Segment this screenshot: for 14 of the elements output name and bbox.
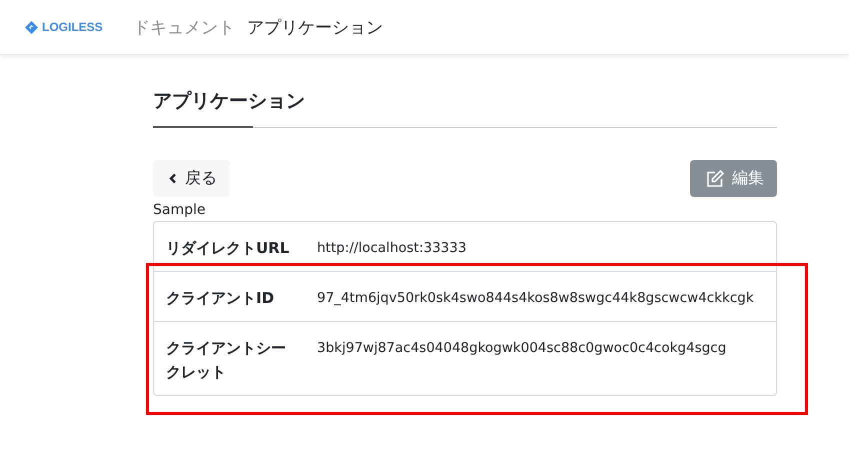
chevron-left-icon bbox=[169, 173, 177, 184]
field-label: クライアントID bbox=[166, 288, 274, 309]
nav-link[interactable]: アプリケーション bbox=[247, 16, 383, 38]
application-name: Sample bbox=[153, 202, 206, 218]
field-value: 97_4tm6jqv50rk0sk4swo844s4kos8w8swgc44k8gscwcw4ckkcgk bbox=[317, 289, 754, 308]
page-title: アプリケーション bbox=[153, 89, 305, 114]
edit-icon bbox=[706, 170, 724, 187]
field-value: 3bkj97wj87ac4s04048gkogwk004sc88c0gwoc0c4cokg4sgcg bbox=[317, 339, 726, 358]
back-button[interactable]: 戻る bbox=[153, 160, 230, 197]
logo-text: LOGILESS bbox=[42, 20, 103, 34]
field-label: クライアントシークレット bbox=[166, 338, 287, 383]
field-label: リダイレクトURL bbox=[166, 238, 290, 259]
logo-icon bbox=[25, 20, 38, 34]
field-value: http://localhost:33333 bbox=[317, 239, 466, 258]
